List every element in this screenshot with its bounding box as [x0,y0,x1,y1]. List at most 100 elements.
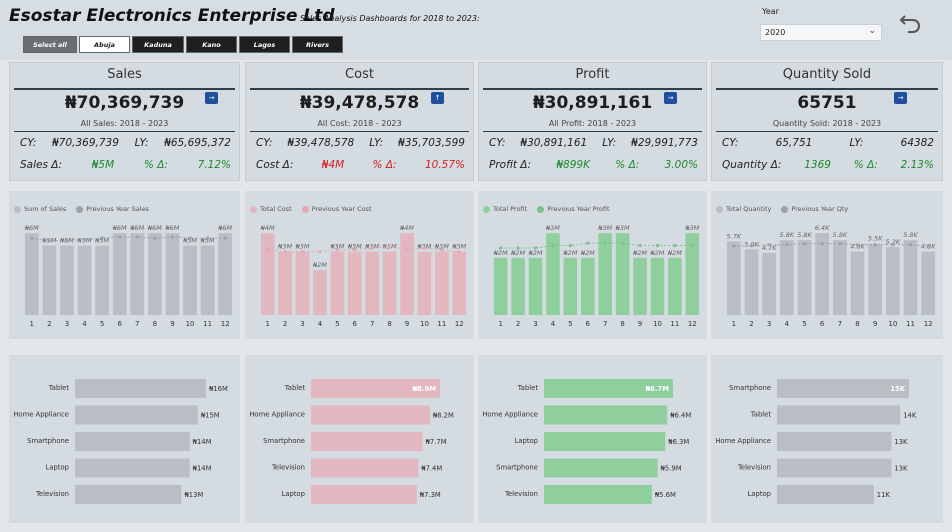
data-label: ₦6M [165,224,180,232]
x-tick-label: 2 [47,320,51,328]
bar[interactable] [598,233,613,315]
bar[interactable] [777,405,901,425]
bar[interactable] [95,245,109,315]
bar[interactable] [668,257,682,315]
bar[interactable] [633,257,647,315]
bar[interactable] [850,251,865,315]
bar[interactable] [903,240,918,315]
data-label: ₦6.7M [645,385,669,393]
bar[interactable] [885,247,900,315]
bar[interactable] [218,233,233,315]
bar[interactable] [60,245,74,315]
bar[interactable] [42,245,57,315]
bar[interactable] [311,485,417,504]
bar[interactable] [260,233,275,315]
bar[interactable] [868,243,883,315]
bar[interactable] [75,405,198,425]
category-label: Home Appliance [13,411,69,419]
bar[interactable] [435,251,449,315]
bar[interactable] [417,251,432,315]
bar[interactable] [544,458,658,478]
bar[interactable] [347,251,362,315]
bar[interactable] [777,432,892,451]
data-label: 5.5K [868,235,883,243]
slicer-kaduna[interactable]: Kaduna [132,36,184,53]
bar[interactable] [744,249,759,315]
slicer-rivers[interactable]: Rivers [292,36,343,53]
kpi-subtitle: All Sales: 2018 - 2023 [80,119,169,128]
bar[interactable] [112,233,127,315]
previous-year-point [621,241,625,245]
bar[interactable] [311,458,419,478]
bar[interactable] [200,245,215,315]
previous-year-point [457,250,461,254]
bar[interactable] [400,233,414,315]
data-label: ₦6.3M [668,438,689,446]
bar[interactable] [311,432,423,451]
bar[interactable] [580,257,595,315]
kpi-divider [716,88,938,90]
bar[interactable] [815,233,830,315]
kpi-delta-row: Quantity Δ: 1369 % Δ: 2.13% [722,159,934,171]
kpi-delta-row: Cost Δ: ₦4M % Δ: 10.57% [256,159,465,171]
category-label: Smartphone [729,384,771,392]
bar[interactable] [563,257,578,315]
bar[interactable] [365,251,380,315]
bar[interactable] [511,257,525,315]
x-tick-label: 10 [888,320,897,328]
bar[interactable] [75,485,182,504]
bar[interactable] [77,245,92,315]
bar[interactable] [148,233,162,315]
bar[interactable] [615,233,630,315]
bar[interactable] [24,233,39,315]
previous-year-point [388,244,392,248]
bar[interactable] [130,233,145,315]
data-label: ₦16M [209,385,228,393]
bar[interactable] [75,379,206,398]
previous-year-point [690,243,694,248]
data-label: ₦3M [545,224,560,232]
bar[interactable] [528,257,543,315]
bar[interactable] [544,432,666,451]
bar[interactable] [295,251,310,315]
slicer-lagos[interactable]: Lagos [239,36,290,53]
slicer-abuja[interactable]: Abuja [79,36,130,53]
bar[interactable] [650,257,665,315]
bar[interactable] [544,405,668,425]
category-label: Laptop [282,490,305,498]
bar[interactable] [797,240,812,315]
bar[interactable] [777,458,892,478]
bar[interactable] [382,251,397,315]
bar[interactable] [726,241,741,315]
bar[interactable] [278,251,292,315]
kpi-divider [250,88,469,90]
previous-year-point [335,248,339,252]
bar[interactable] [452,251,467,315]
bar[interactable] [75,432,190,451]
slicer-kano[interactable]: Kano [186,36,237,53]
bar[interactable] [777,485,874,504]
bar[interactable] [493,257,508,315]
x-tick-label: 4 [785,320,790,328]
previous-year-point [153,236,157,240]
bar[interactable] [832,240,847,315]
bar[interactable] [544,485,652,504]
bar[interactable] [779,240,794,315]
bar[interactable] [313,270,327,315]
bar[interactable] [777,379,909,398]
x-tick-label: 5 [802,320,806,328]
bar[interactable] [921,251,936,315]
year-dropdown[interactable]: 2020 ⌄ [760,24,882,41]
bar[interactable] [75,458,190,478]
bar[interactable] [330,251,345,315]
previous-year-point [266,248,270,252]
bar[interactable] [311,405,430,425]
bar[interactable] [762,252,777,315]
slicer-select-all[interactable]: Select all [23,36,77,53]
bar[interactable] [183,245,197,315]
x-tick-label: 9 [170,320,174,328]
kpi-delta-row: Sales Δ: ₦5M % Δ: 7.12% [20,159,231,171]
bar[interactable] [165,233,180,315]
data-label: 15K [890,385,905,393]
back-arrow-icon[interactable] [898,10,924,36]
